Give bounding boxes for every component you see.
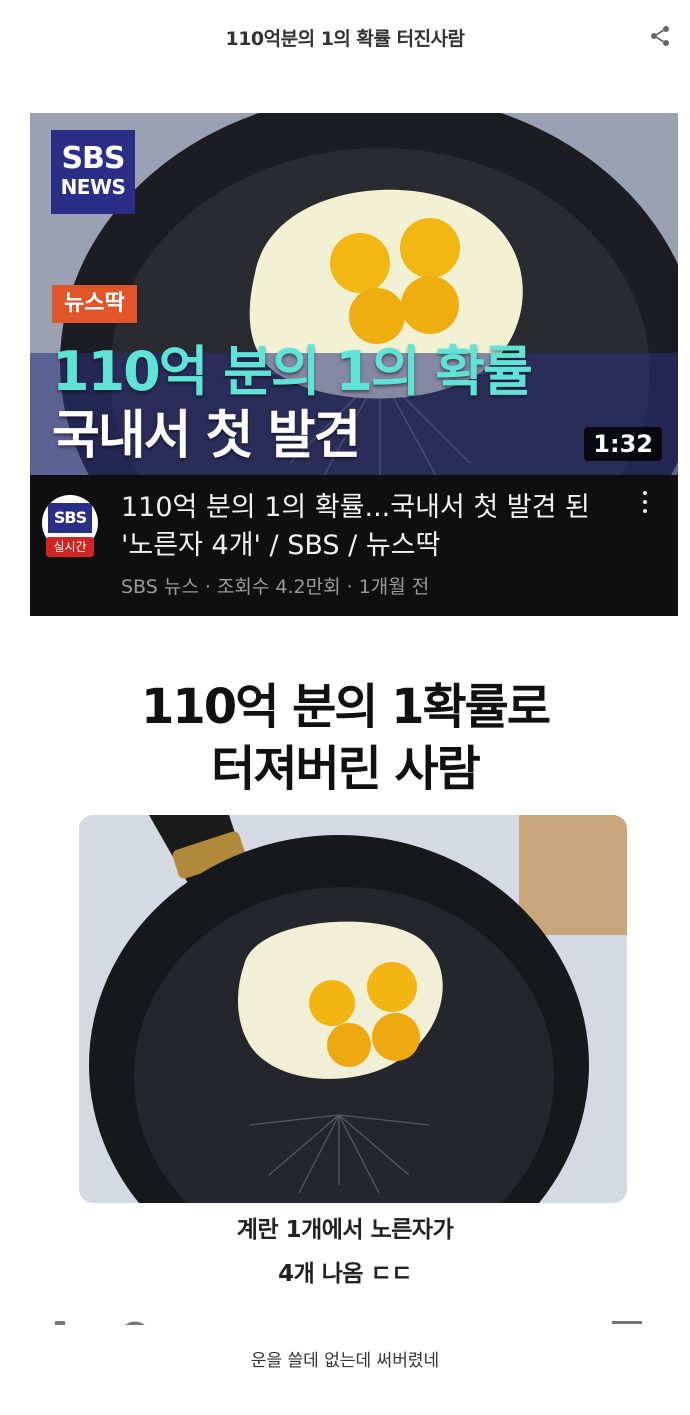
meme-caption-line1: 계란 1개에서 노른자가 bbox=[236, 1217, 454, 1243]
video-subtitle: SBS 뉴스 · 조회수 4.2만회 · 1개월 전 bbox=[121, 576, 430, 598]
news-tag: 뉴스딱 bbox=[52, 285, 137, 323]
logo-line2: NEWS bbox=[60, 175, 126, 199]
frying-pan-photo bbox=[79, 815, 627, 1203]
share-icon[interactable] bbox=[648, 24, 672, 48]
video-duration: 1:32 bbox=[584, 427, 662, 461]
logo-line1: SBS bbox=[61, 141, 125, 176]
meme-egg-photo bbox=[79, 815, 627, 1203]
kebab-menu-icon[interactable] bbox=[640, 491, 650, 521]
image-cut-edge bbox=[55, 1321, 642, 1325]
video-thumbnail[interactable]: SBS NEWS 뉴스딱 110억 분의 1의 확률 국내서 첫 발견 1:32 bbox=[30, 113, 678, 475]
meme-caption-line2: 4개 나옴 ㄷㄷ bbox=[278, 1261, 412, 1287]
post-body-text: 운을 쓸데 없는데 써버렸네 bbox=[250, 1351, 440, 1371]
meme-heading-line1: 110억 분의 1확률로 bbox=[141, 679, 551, 735]
video-title[interactable]: 110억 분의 1의 확률...국내서 첫 발견 된 '노른자 4개' / SB… bbox=[121, 489, 621, 565]
channel-avatar-text: SBS bbox=[48, 503, 92, 533]
live-badge: 실시간 bbox=[46, 537, 94, 557]
post-header: 110억분의 1의 확률 터진사람 bbox=[0, 0, 690, 80]
thumbnail-headline-2: 국내서 첫 발견 bbox=[52, 406, 361, 466]
meme-heading: 110억 분의 1확률로 터져버린 사람 bbox=[0, 676, 690, 800]
video-meta: SBS 실시간 110억 분의 1의 확률...국내서 첫 발견 된 '노른자 … bbox=[30, 475, 678, 616]
post-title: 110억분의 1의 확률 터진사람 bbox=[225, 28, 465, 50]
meme-caption: 계란 1개에서 노른자가 4개 나옴 ㄷㄷ bbox=[0, 1208, 690, 1296]
meme-heading-line2: 터져버린 사람 bbox=[211, 741, 481, 797]
sbs-news-logo: SBS NEWS bbox=[51, 130, 135, 214]
video-card[interactable]: SBS NEWS 뉴스딱 110억 분의 1의 확률 국내서 첫 발견 1:32… bbox=[30, 113, 678, 616]
